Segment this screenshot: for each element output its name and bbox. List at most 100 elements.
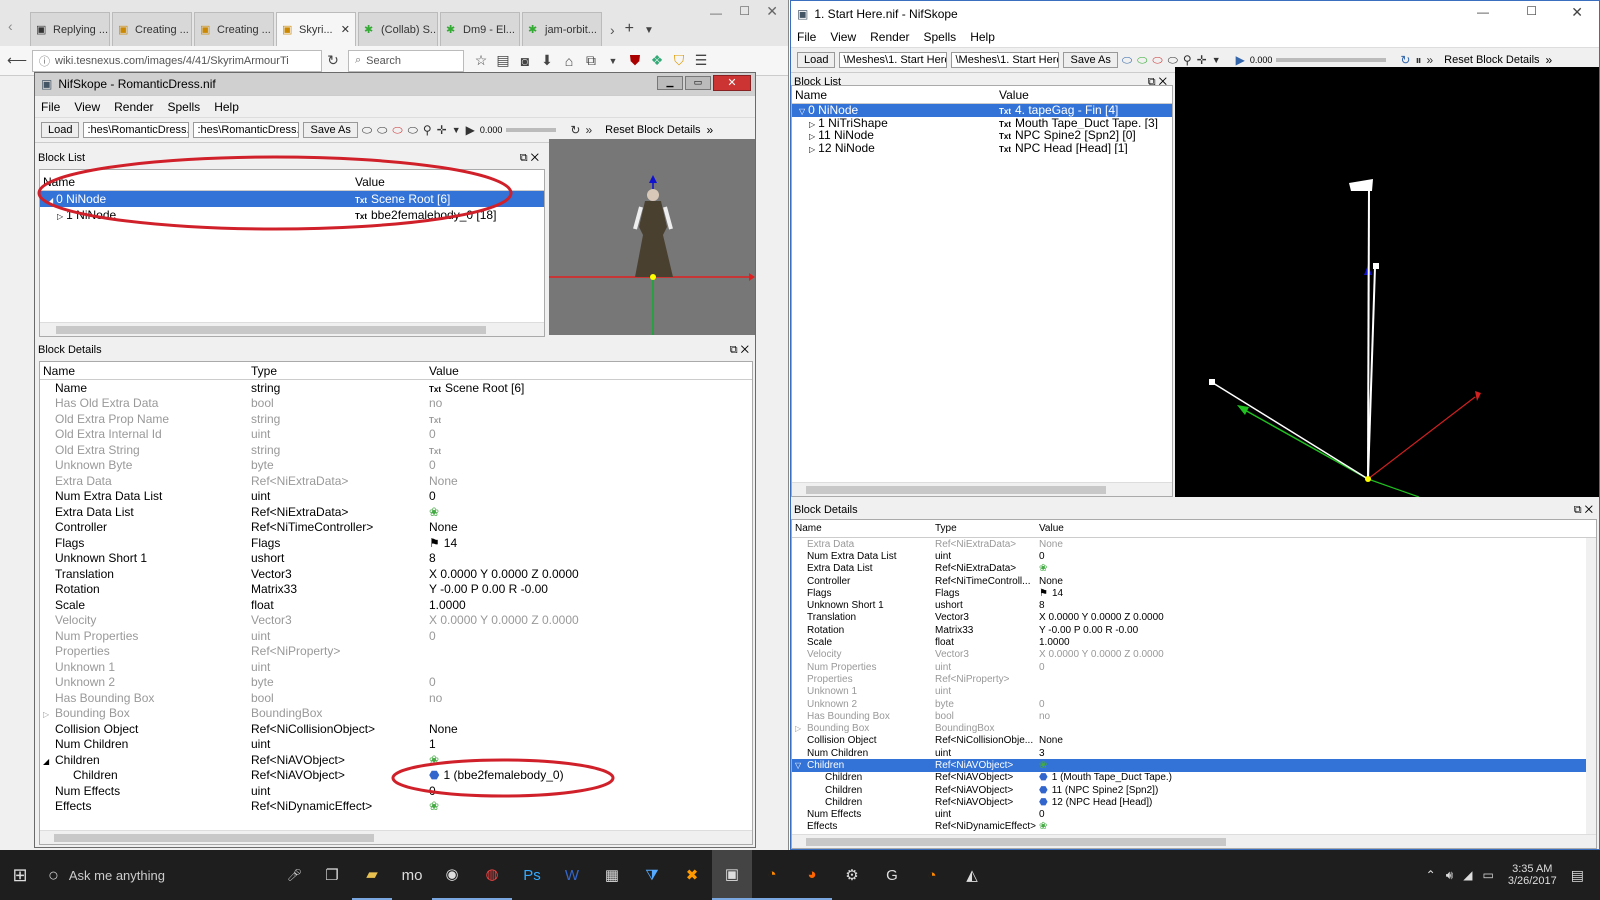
tab-list-icon[interactable]: ▼ xyxy=(644,25,654,36)
detail-value-cell[interactable]: ❀ xyxy=(426,799,443,813)
detail-value-cell[interactable]: ⚑ 14 xyxy=(1036,588,1063,599)
detail-row[interactable]: Unknown 2 byte 0 xyxy=(40,675,752,691)
detail-value-cell[interactable]: Txt Scene Root [6] xyxy=(426,381,524,395)
detail-row[interactable]: Children Ref<NiAVObject> ⬣ 1 (bbe2femalebod… xyxy=(40,768,752,784)
menu-view[interactable]: View xyxy=(830,30,856,44)
bookmark-star-icon[interactable]: ☆ xyxy=(470,52,492,69)
render-mode-icon[interactable]: ⬭ xyxy=(1122,53,1132,68)
detail-row[interactable]: Num Extra Data List uint 0 xyxy=(792,550,1596,562)
close-icon[interactable]: ✕ xyxy=(1571,4,1583,21)
render-viewport[interactable] xyxy=(1175,67,1599,498)
column-name[interactable]: Name xyxy=(792,523,932,534)
detail-row[interactable]: Has Bounding Box bool no xyxy=(792,710,1596,722)
screenshot-icon[interactable]: ⧉ xyxy=(580,52,602,69)
detail-value-cell[interactable]: Txt xyxy=(426,412,445,426)
expand-arrow-icon[interactable]: ▷ xyxy=(809,132,815,141)
detail-value-cell[interactable]: 0 xyxy=(426,458,436,472)
menu-spells[interactable]: Spells xyxy=(168,100,201,114)
menu-view[interactable]: View xyxy=(74,100,100,114)
detail-row[interactable]: Properties Ref<NiProperty> xyxy=(40,644,752,660)
detail-value-cell[interactable]: 3 xyxy=(1036,748,1045,759)
block-list-row[interactable]: ▷ 1 NiNode Txt bbe2femalebody_0 [18] xyxy=(40,207,544,223)
detail-row[interactable]: Name string Txt Scene Root [6] xyxy=(40,380,752,396)
render-mode-icon[interactable]: ⬭ xyxy=(362,123,372,138)
detail-row[interactable]: Unknown Short 1 ushort 8 xyxy=(792,599,1596,611)
file-explorer-icon[interactable]: ▰ xyxy=(352,850,392,900)
view-dropdown-icon[interactable]: ▼ xyxy=(1212,55,1221,65)
firefox-icon[interactable]: ◕ xyxy=(792,850,832,900)
detail-value-cell[interactable]: Y -0.00 P 0.00 R -0.00 xyxy=(426,582,548,596)
detail-value-cell[interactable]: X 0.0000 Y 0.0000 Z 0.0000 xyxy=(1036,649,1164,660)
detail-value-cell[interactable]: ⬣ 12 (NPC Head [Head]) xyxy=(1036,797,1152,808)
expand-arrow-icon[interactable]: ▷ xyxy=(43,710,55,719)
expand-arrow-icon[interactable]: ▷ xyxy=(57,212,63,221)
panel-float-close-icons[interactable]: ⧉ ✕ xyxy=(730,344,749,357)
column-name[interactable]: Name xyxy=(792,88,996,102)
expand-arrow-icon[interactable]: ▷ xyxy=(795,724,807,733)
microphone-icon[interactable]: 🎤︎ xyxy=(287,868,302,882)
browser-tab[interactable]: ▣ Creating ... xyxy=(194,12,274,46)
new-tab-icon[interactable]: + xyxy=(625,20,634,38)
maximize-icon[interactable]: ☐ xyxy=(739,4,750,18)
minimize-icon[interactable]: — xyxy=(710,6,722,20)
detail-row[interactable]: Has Old Extra Data bool no xyxy=(40,396,752,412)
block-list-tree[interactable]: Name Value ▽ 0 NiNode Txt 4. tapeGag - Fin … xyxy=(791,85,1173,497)
settings-icon[interactable]: ⚙ xyxy=(832,850,872,900)
close-icon[interactable]: ✕ xyxy=(713,75,751,91)
time-slider[interactable] xyxy=(506,128,557,132)
block-list-row[interactable]: ◢ 0 NiNode Txt Scene Root [6] xyxy=(40,191,544,207)
close-tab-icon[interactable]: ✕ xyxy=(341,23,350,36)
network-icon[interactable]: ◢ xyxy=(1463,868,1472,882)
reset-block-details-button[interactable]: Reset Block Details xyxy=(605,124,700,136)
bones-icon[interactable]: ⚲ xyxy=(1183,53,1192,67)
info-icon[interactable]: ⓘ xyxy=(39,53,50,69)
detail-row[interactable]: Controller Ref<NiTimeControll... None xyxy=(792,575,1596,587)
mo-app-icon[interactable]: mo xyxy=(392,850,432,900)
detail-row[interactable]: Old Extra Prop Name string Txt xyxy=(40,411,752,427)
detail-value-cell[interactable]: 0 xyxy=(1036,662,1045,673)
vertex-color-icon[interactable]: ⬭ xyxy=(392,123,402,138)
detail-row[interactable]: Effects Ref<NiDynamicEffect> ❀ xyxy=(40,799,752,815)
detail-value-cell[interactable]: ❀ xyxy=(1036,760,1051,771)
dropdown-icon[interactable]: ▼ xyxy=(602,56,624,66)
expand-arrow-icon[interactable]: ◢ xyxy=(47,196,53,205)
panel-float-close-icons[interactable]: ⧉ ✕ xyxy=(1574,504,1593,517)
blender-icon-2[interactable]: ◔ xyxy=(912,850,952,900)
detail-value-cell[interactable]: ❀ xyxy=(1036,563,1051,574)
detail-row[interactable]: Translation Vector3 X 0.0000 Y 0.0000 Z 0.… xyxy=(792,612,1596,624)
block-list-row[interactable]: ▷ 12 NiNode Txt NPC Head [Head] [1] xyxy=(792,142,1172,155)
pause-icon[interactable]: ⏸ xyxy=(1415,53,1421,68)
ublock-icon[interactable]: ⛊ xyxy=(624,52,646,69)
minimize-icon[interactable]: ▁ xyxy=(657,76,683,90)
xedit-icon[interactable]: ✖ xyxy=(672,850,712,900)
detail-value-cell[interactable]: 0 xyxy=(426,427,436,441)
detail-row[interactable]: Effects Ref<NiDynamicEffect> ❀ xyxy=(792,821,1596,833)
photoshop-icon[interactable]: Ps xyxy=(512,850,552,900)
address-bar[interactable]: ⓘ wiki.tesnexus.com/images/4/41/SkyrimAr… xyxy=(32,49,322,72)
maximize-icon[interactable]: ☐ xyxy=(1526,4,1537,18)
detail-row[interactable]: Collision Object Ref<NiCollisionObject> No… xyxy=(40,721,752,737)
detail-row[interactable]: Velocity Vector3 X 0.0000 Y 0.0000 Z 0.000… xyxy=(40,613,752,629)
detail-value-cell[interactable]: None xyxy=(1036,735,1063,746)
g-app-icon[interactable]: G xyxy=(872,850,912,900)
word-icon[interactable]: W xyxy=(552,850,592,900)
column-type[interactable]: Type xyxy=(932,523,1036,534)
horizontal-scrollbar[interactable] xyxy=(792,834,1596,848)
tab-scroll-right-icon[interactable]: › xyxy=(610,22,615,38)
detail-row[interactable]: ▷ Bounding Box BoundingBox xyxy=(40,706,752,722)
more-icon[interactable]: » xyxy=(585,123,592,137)
browser-tab[interactable]: ▣ Creating ... xyxy=(112,12,192,46)
visual-studio-icon[interactable]: ⧩ xyxy=(632,850,672,900)
detail-value-cell[interactable]: ❀ xyxy=(426,505,443,519)
detail-row[interactable]: Unknown 1 uint xyxy=(40,659,752,675)
detail-row[interactable]: Num Extra Data List uint 0 xyxy=(40,489,752,505)
detail-value-cell[interactable]: X 0.0000 Y 0.0000 Z 0.0000 xyxy=(426,567,579,581)
detail-value-cell[interactable]: Txt xyxy=(426,443,445,457)
detail-value-cell[interactable]: ⬣ 1 (Mouth Tape_Duct Tape.) xyxy=(1036,772,1172,783)
detail-value-cell[interactable]: X 0.0000 Y 0.0000 Z 0.0000 xyxy=(426,613,579,627)
expand-arrow-icon[interactable]: ▷ xyxy=(809,120,815,129)
detail-value-cell[interactable]: ❀ xyxy=(426,753,443,767)
nifskope-taskbar-icon[interactable]: ▣ xyxy=(712,850,752,900)
column-value[interactable]: Value xyxy=(996,88,1029,102)
more-icon[interactable]: » xyxy=(1546,53,1553,67)
